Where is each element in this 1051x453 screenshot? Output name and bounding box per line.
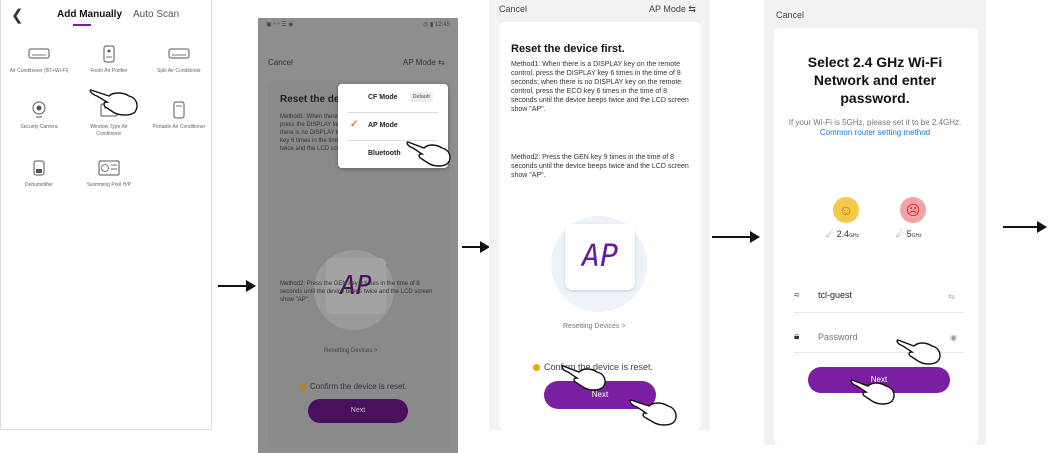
page-title: Select 2.4 GHz Wi-Fi Network and enter p… bbox=[807, 54, 943, 106]
band-5ghz: ☄ 5GHz bbox=[896, 229, 922, 240]
method2-text: Method2: Press the GEN key 9 times in th… bbox=[511, 154, 689, 179]
cancel-button[interactable]: Cancel bbox=[268, 58, 293, 67]
device-label: Split Air Conditioner bbox=[157, 68, 201, 74]
air-purifier-icon bbox=[97, 44, 121, 64]
band-2-4ghz: ☄ 2.4GHz bbox=[826, 229, 859, 240]
flow-arrow bbox=[462, 241, 490, 253]
sad-face-icon: ☹ bbox=[900, 197, 926, 223]
device-fresh-air-purifier[interactable]: Fresh Air Purifier bbox=[79, 44, 139, 75]
lcd-display: AP bbox=[565, 224, 635, 290]
split-ac-icon bbox=[167, 44, 191, 64]
hint-text: If your Wi-Fi is 5GHz, please set it to … bbox=[788, 118, 962, 127]
cancel-button[interactable]: Cancel bbox=[776, 10, 804, 20]
resetting-devices-link[interactable]: Resetting Devices > bbox=[324, 348, 378, 354]
checkmark-icon: ✓ bbox=[350, 119, 359, 130]
tab-active-indicator bbox=[73, 24, 91, 26]
wifi-hint: If your Wi-Fi is 5GHz, please set it to … bbox=[786, 118, 964, 138]
divider bbox=[794, 312, 964, 313]
default-badge: Default bbox=[410, 92, 433, 102]
air-conditioner-icon bbox=[27, 44, 51, 64]
device-label: Window Type Air Conditioner bbox=[90, 124, 128, 137]
method1-text: Method1: When there is a DISPLAY key on … bbox=[511, 61, 689, 113]
portable-ac-icon bbox=[167, 100, 191, 120]
check-dot-icon bbox=[300, 383, 306, 390]
switch-network-icon[interactable]: ⇆ bbox=[948, 292, 955, 301]
page-title: Reset the device first. bbox=[511, 43, 625, 55]
pointing-hand-icon bbox=[850, 379, 895, 405]
band-unit: GHz bbox=[911, 233, 922, 239]
confirm-checkbox[interactable]: Confirm the device is reset. bbox=[300, 382, 407, 391]
menu-item-label: Bluetooth bbox=[368, 150, 401, 157]
band-unit: GHz bbox=[849, 233, 860, 239]
menu-item-cf-mode[interactable]: CF Mode Default bbox=[338, 84, 448, 112]
device-label: Security Camera bbox=[20, 124, 58, 130]
status-icons: ▣ ᵊ ᵊ ☰ ◉ bbox=[266, 22, 294, 28]
wifi-icon: ≈ bbox=[794, 290, 800, 301]
band-value: 2.4 bbox=[836, 229, 850, 239]
router-icon: ☄ bbox=[826, 229, 835, 239]
lock-icon: 🔒︎ bbox=[794, 331, 800, 342]
device-label: Dehumidifier bbox=[24, 182, 54, 188]
device-label: Portable Air Conditioner bbox=[152, 124, 206, 130]
pool-heat-pump-icon bbox=[97, 158, 121, 178]
dehumidifier-icon bbox=[27, 158, 51, 178]
header: ❮ Add Manually Auto Scan bbox=[1, 0, 211, 30]
mode-selector[interactable]: AP Mode ⇆ bbox=[403, 58, 445, 67]
device-portable-air-conditioner[interactable]: Portable Air Conditioner bbox=[149, 100, 209, 131]
confirm-label: Confirm the device is reset. bbox=[310, 382, 407, 391]
device-type-screen: ❮ Add Manually Auto Scan Air Conditioner… bbox=[0, 0, 212, 430]
happy-face-icon: ☺ bbox=[833, 197, 859, 223]
wifi-select-screen: Cancel Select 2.4 GHz Wi-Fi Network and … bbox=[764, 0, 986, 445]
tab-add-manually[interactable]: Add Manually bbox=[57, 9, 122, 20]
device-label: Fresh Air Purifier bbox=[90, 68, 128, 74]
cancel-button[interactable]: Cancel bbox=[499, 4, 527, 14]
device-swimming-pool-hp[interactable]: Swimming Pool H/P bbox=[79, 158, 139, 189]
mode-label: AP Mode bbox=[649, 4, 686, 14]
flow-arrow bbox=[218, 280, 256, 292]
mode-selector[interactable]: AP Mode ⇆ bbox=[649, 4, 696, 15]
router-setting-link[interactable]: Common router setting method bbox=[820, 128, 930, 137]
mode-label: AP Mode bbox=[403, 58, 436, 67]
device-split-air-conditioner[interactable]: Split Air Conditioner bbox=[149, 44, 209, 75]
wifi-ssid[interactable]: tcl-guest bbox=[818, 290, 852, 300]
eye-icon[interactable]: ◉ bbox=[950, 333, 957, 342]
back-arrow-icon[interactable]: ❮ bbox=[11, 6, 24, 24]
check-dot-icon bbox=[533, 364, 540, 372]
router-icon: ☄ bbox=[896, 229, 905, 239]
next-button[interactable]: Next bbox=[308, 399, 408, 423]
flow-arrow bbox=[712, 231, 760, 243]
swap-icon: ⇆ bbox=[438, 58, 445, 67]
device-security-camera[interactable]: Security Camera bbox=[9, 100, 69, 131]
device-label: Air Conditioner (BT+Wi-Fi) bbox=[9, 68, 69, 74]
device-air-conditioner-bt-wifi[interactable]: Air Conditioner (BT+Wi-Fi) bbox=[9, 44, 69, 75]
reset-device-screen: Cancel AP Mode ⇆ Reset the device first.… bbox=[489, 0, 710, 430]
pointing-hand-icon bbox=[629, 399, 677, 426]
device-label: Swimming Pool H/P bbox=[86, 182, 132, 188]
status-time: ◎ ▮ 12:45 bbox=[423, 22, 450, 28]
pointing-hand-icon bbox=[896, 339, 941, 365]
menu-item-label: AP Mode bbox=[368, 122, 398, 129]
method2-text: Method2: Press the GEN key 9 times in th… bbox=[280, 281, 433, 303]
pointing-hand-icon bbox=[561, 365, 606, 391]
status-bar: ▣ ᵊ ᵊ ☰ ◉ ◎ ▮ 12:45 bbox=[258, 18, 458, 30]
security-camera-icon bbox=[27, 100, 51, 120]
device-dehumidifier[interactable]: Dehumidifier bbox=[9, 158, 69, 189]
ap-mode-menu-screen: ▣ ᵊ ᵊ ☰ ◉ ◎ ▮ 12:45 Cancel AP Mode ⇆ Res… bbox=[258, 18, 458, 453]
swap-icon: ⇆ bbox=[688, 4, 696, 14]
flow-arrow bbox=[1003, 221, 1047, 233]
pointing-hand-icon bbox=[89, 89, 138, 116]
tab-auto-scan[interactable]: Auto Scan bbox=[133, 9, 179, 20]
menu-item-label: CF Mode bbox=[368, 94, 398, 101]
pointing-hand-icon bbox=[406, 141, 451, 167]
resetting-devices-link[interactable]: Resetting Devices > bbox=[563, 323, 625, 330]
